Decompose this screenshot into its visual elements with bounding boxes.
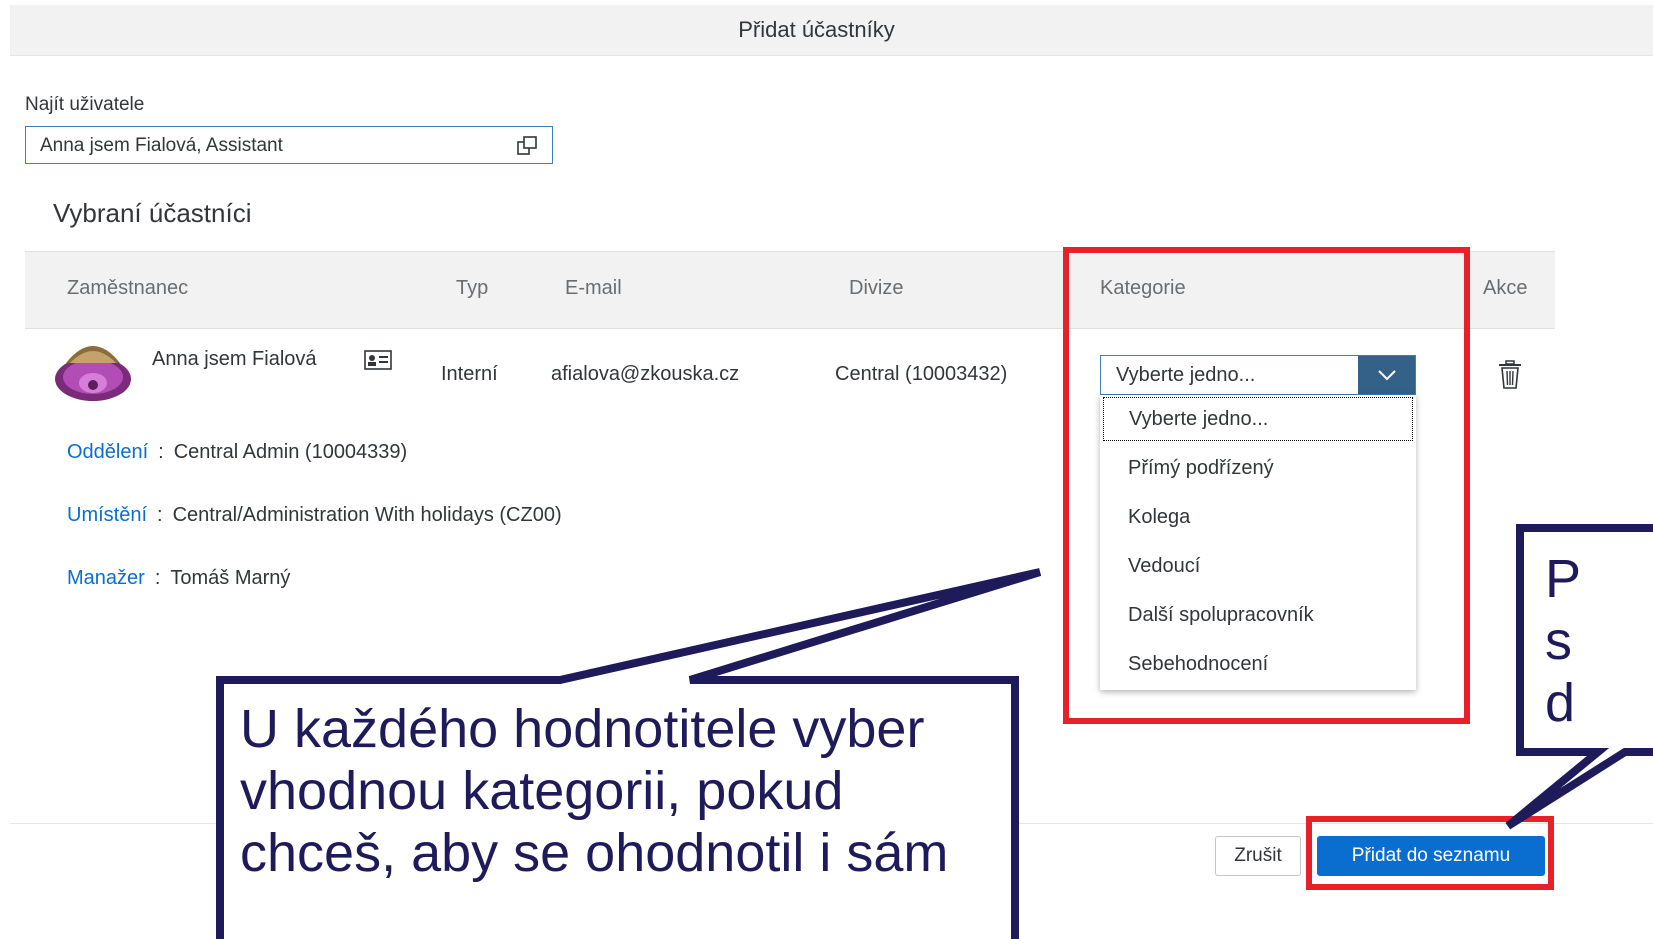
callout-main-text: U každého hodnotitele vyber vhodnou kate…: [240, 698, 1000, 884]
callout-line: d: [1545, 673, 1576, 733]
callout-line: P: [1545, 549, 1582, 609]
callout-line: U každého hodnotitele vyber: [240, 699, 925, 759]
callout-right-text: P s d: [1545, 548, 1653, 734]
callout-line: chceš, aby se ohodnotil i sám: [240, 823, 949, 883]
callout-line: vhodnou kategorii, pokud: [240, 761, 844, 821]
callout-line: s: [1545, 611, 1572, 671]
